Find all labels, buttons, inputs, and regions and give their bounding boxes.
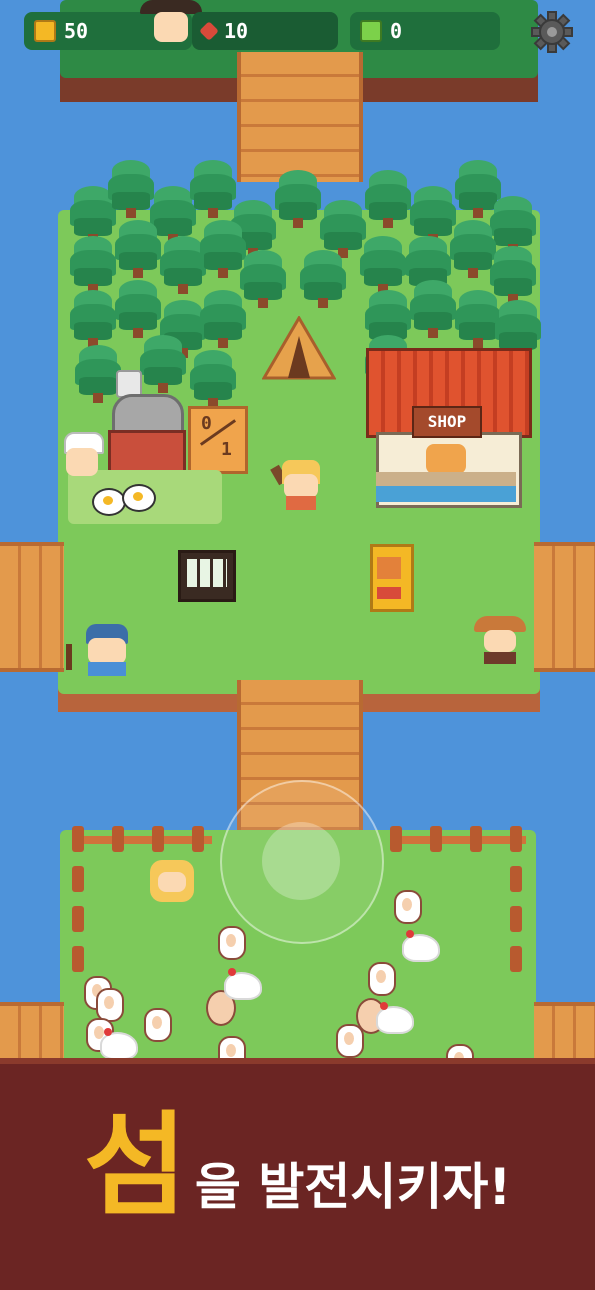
bridge-north[interactable] xyxy=(237,52,363,182)
tent[interactable] xyxy=(261,315,337,382)
bridge-west[interactable] xyxy=(0,542,64,672)
fried-egg-dish[interactable] xyxy=(92,488,126,516)
stock-current: 0 xyxy=(201,413,212,434)
player-character xyxy=(270,460,324,510)
game-screen: 0 1 SHOP 50 10 0 섬 을 발전시키자! xyxy=(0,0,595,1290)
bridge-east[interactable] xyxy=(534,542,595,672)
stove[interactable] xyxy=(108,370,186,478)
red-gem-counter: 10 xyxy=(192,12,338,50)
egg-bubble[interactable] xyxy=(368,962,396,996)
chicken[interactable] xyxy=(402,930,440,962)
green-gem-icon xyxy=(360,20,382,42)
vending-machine[interactable] xyxy=(370,544,414,612)
chicken[interactable] xyxy=(376,1002,414,1034)
virtual-joystick[interactable] xyxy=(220,780,384,944)
stock-max: 1 xyxy=(221,439,232,460)
shop-building[interactable]: SHOP xyxy=(366,348,532,508)
egg-bubble[interactable] xyxy=(96,988,124,1022)
green-gem-counter: 0 xyxy=(350,12,500,50)
notice-board[interactable] xyxy=(178,550,236,602)
chicken[interactable] xyxy=(100,1028,138,1060)
egg-bubble[interactable] xyxy=(218,926,246,960)
egg-bubble[interactable] xyxy=(394,890,422,924)
explorer-npc[interactable] xyxy=(474,612,526,664)
chicken[interactable] xyxy=(224,968,262,1000)
chef-npc[interactable] xyxy=(60,432,104,482)
farmer-npc[interactable] xyxy=(66,624,130,676)
green-gem-count: 0 xyxy=(390,19,403,43)
stock-board[interactable]: 0 1 xyxy=(188,406,248,474)
coin-count: 50 xyxy=(64,19,89,43)
promo-text: 을 발전시키자! xyxy=(194,1158,512,1216)
promo-highlight: 섬 xyxy=(83,1101,187,1231)
promo-caption: 섬 을 발전시키자! xyxy=(0,1110,595,1222)
shopkeeper-cat[interactable] xyxy=(426,444,466,474)
red-gem-count: 10 xyxy=(224,19,249,43)
egg-bubble[interactable] xyxy=(144,1008,172,1042)
settings-button[interactable] xyxy=(530,10,574,54)
joystick-knob[interactable] xyxy=(262,822,340,900)
red-gem-icon xyxy=(199,21,219,41)
gear-icon xyxy=(531,11,573,53)
pasture-worker[interactable] xyxy=(150,860,194,904)
shop-sign: SHOP xyxy=(412,406,482,438)
coin-icon xyxy=(34,20,56,42)
fried-egg-dish[interactable] xyxy=(122,484,156,512)
